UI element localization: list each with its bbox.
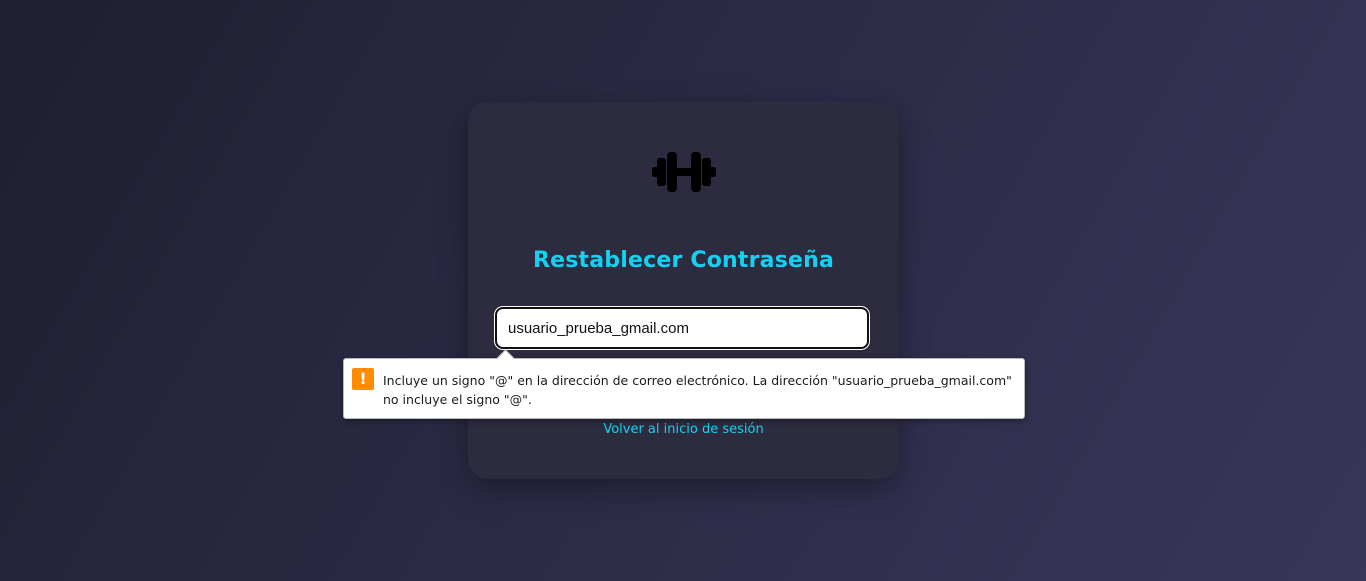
dumbbell-icon	[652, 152, 716, 192]
email-input[interactable]	[495, 307, 869, 349]
validation-tooltip: ! Incluye un signo "@" en la dirección d…	[343, 349, 1025, 419]
page-title: Restablecer Contraseña	[532, 248, 835, 273]
validation-message: Incluye un signo "@" en la dirección de …	[383, 373, 1012, 407]
warning-icon: !	[352, 368, 374, 390]
reset-password-card: Restablecer Contraseña Volver al inicio …	[468, 102, 899, 479]
back-to-login-link[interactable]: Volver al inicio de sesión	[468, 422, 899, 437]
